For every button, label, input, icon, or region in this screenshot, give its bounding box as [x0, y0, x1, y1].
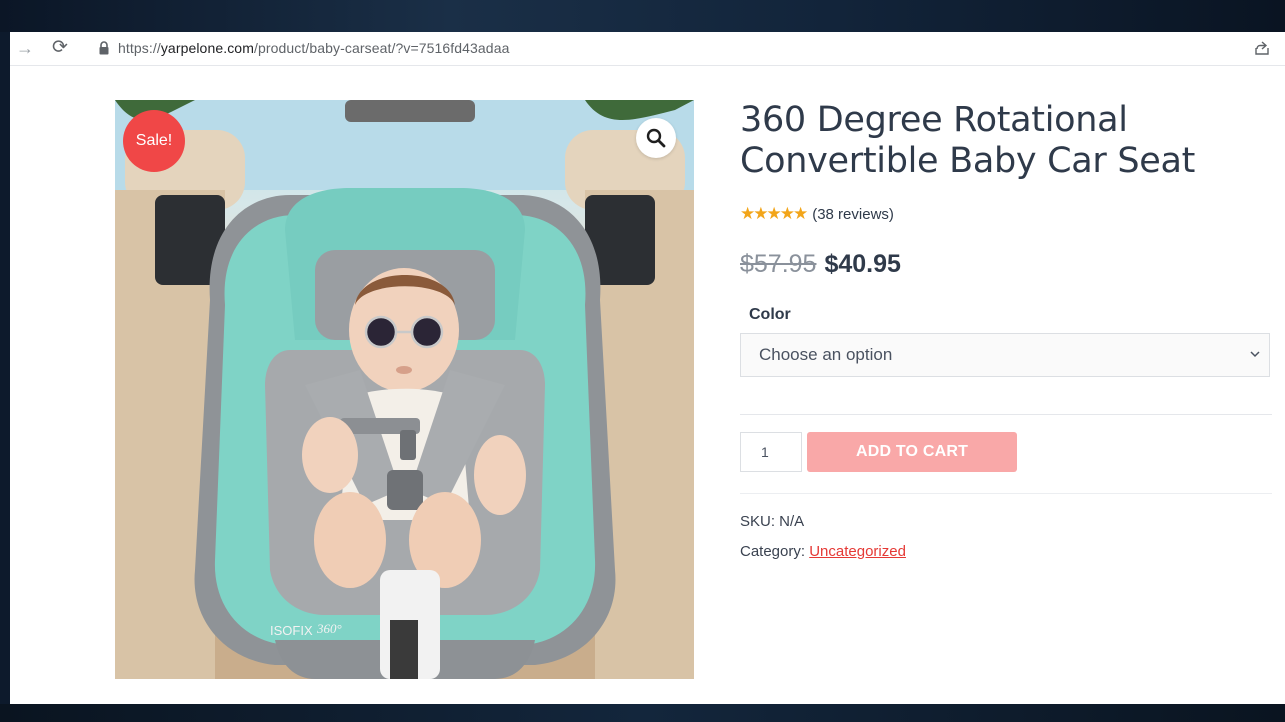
add-to-cart-button[interactable]: ADD TO CART: [807, 432, 1017, 472]
car-seat-illustration: ISOFIX 360°: [115, 100, 694, 679]
zoom-button[interactable]: [636, 118, 676, 158]
desktop-background-bottom: [0, 704, 1285, 722]
address-bar: → ⟳ https://yarpelone.com/product/baby-c…: [10, 32, 1285, 66]
category-label: Category:: [740, 543, 806, 560]
desktop-background-top: [0, 0, 1285, 32]
product-image[interactable]: ISOFIX 360° Sale!: [115, 100, 694, 679]
url-text[interactable]: https://yarpelone.com/product/baby-carse…: [118, 40, 509, 56]
reload-icon[interactable]: ⟳: [52, 36, 68, 59]
share-icon[interactable]: [1253, 39, 1271, 57]
category-link[interactable]: Uncategorized: [809, 543, 906, 560]
color-label: Color: [749, 306, 791, 323]
sale-price: $40.95: [824, 250, 901, 278]
stars-icon: ★★★★★: [740, 204, 808, 223]
chevron-down-icon: [1250, 351, 1260, 358]
quantity-input[interactable]: 1: [740, 432, 802, 472]
forward-icon[interactable]: →: [16, 38, 34, 59]
sku-text: SKU: N/A: [740, 513, 805, 530]
reviews-link[interactable]: (38 reviews): [812, 206, 894, 223]
divider: [740, 414, 1272, 415]
price: $57.95 $40.95: [740, 250, 901, 279]
divider: [740, 493, 1272, 494]
category-row: Category: Uncategorized: [740, 543, 906, 560]
star-rating[interactable]: ★★★★★ (38 reviews): [740, 204, 894, 224]
isofix-360-label: 360°: [316, 621, 342, 636]
sale-badge: Sale!: [123, 110, 185, 172]
lock-icon: [99, 41, 109, 55]
color-select-value: Choose an option: [759, 345, 893, 364]
color-select[interactable]: Choose an option: [740, 333, 1270, 377]
old-price: $57.95: [740, 250, 817, 278]
product-summary: 360 Degree Rotational Convertible Baby C…: [740, 100, 1272, 560]
product-title: 360 Degree Rotational Convertible Baby C…: [740, 100, 1196, 181]
magnifier-icon: [646, 128, 666, 148]
isofix-label: ISOFIX: [270, 623, 313, 638]
browser-window: → ⟳ https://yarpelone.com/product/baby-c…: [10, 32, 1285, 704]
